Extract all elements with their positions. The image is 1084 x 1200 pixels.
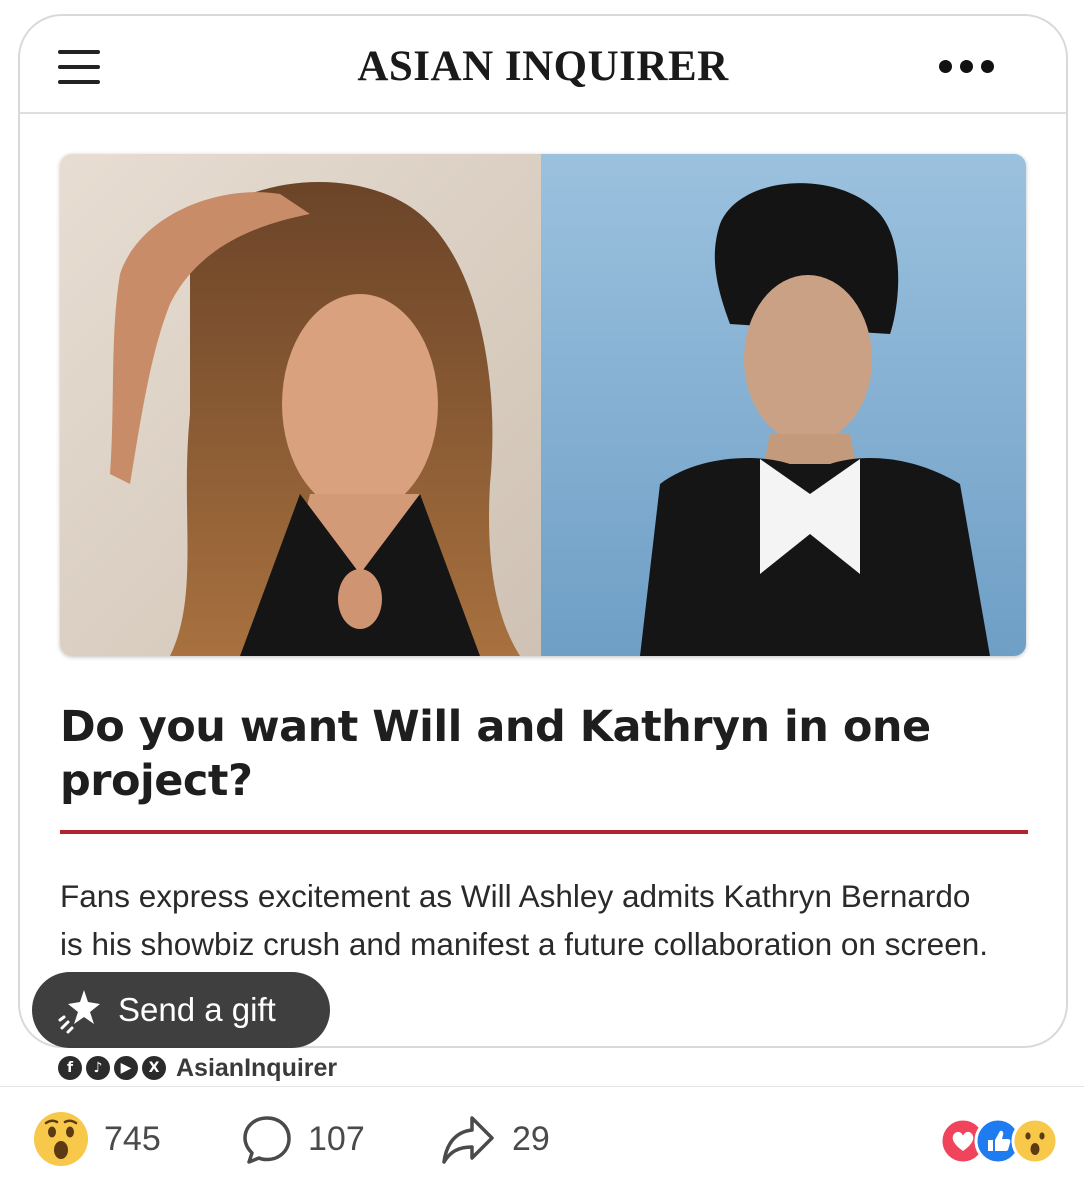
- youtube-icon[interactable]: ▶: [114, 1056, 138, 1080]
- wow-emoji-icon: [34, 1112, 88, 1166]
- comment-count: 107: [308, 1119, 365, 1158]
- post-actions-bar: 745 107 29: [0, 1108, 1084, 1178]
- wow-icon: [1011, 1117, 1059, 1165]
- facebook-icon[interactable]: f: [58, 1056, 82, 1080]
- reaction-count: 745: [104, 1119, 161, 1158]
- send-gift-label: Send a gift: [118, 991, 276, 1028]
- headline-divider: [60, 830, 1028, 834]
- send-gift-button[interactable]: Send a gift: [32, 972, 330, 1048]
- app-header: ASIAN INQUIRER: [20, 16, 1066, 114]
- brand-title: ASIAN INQUIRER: [357, 43, 729, 90]
- post-card[interactable]: ASIAN INQUIRER Do you want Will and Kath…: [18, 14, 1068, 1048]
- comment-button[interactable]: 107: [240, 1108, 365, 1170]
- reaction-summary[interactable]: [938, 1116, 1062, 1166]
- social-links: f ♪ ▶ X AsianInquirer: [58, 1052, 337, 1084]
- article-headline[interactable]: Do you want Will and Kathryn in one proj…: [60, 700, 1000, 808]
- more-dots-icon[interactable]: [939, 60, 994, 73]
- article-summary: Fans express excitement as Will Ashley a…: [60, 878, 988, 962]
- hero-image[interactable]: [60, 154, 1026, 656]
- gift-sparkle-icon: [58, 990, 100, 1034]
- x-icon[interactable]: X: [142, 1056, 166, 1080]
- share-count: 29: [512, 1119, 550, 1158]
- reaction-button[interactable]: 745: [32, 1108, 161, 1170]
- comment-bubble-icon: [243, 1116, 291, 1164]
- share-arrow-icon: [442, 1116, 494, 1164]
- actions-divider: [0, 1086, 1084, 1087]
- share-button[interactable]: 29: [440, 1108, 550, 1170]
- tiktok-icon[interactable]: ♪: [86, 1056, 110, 1080]
- social-handle: AsianInquirer: [176, 1053, 338, 1082]
